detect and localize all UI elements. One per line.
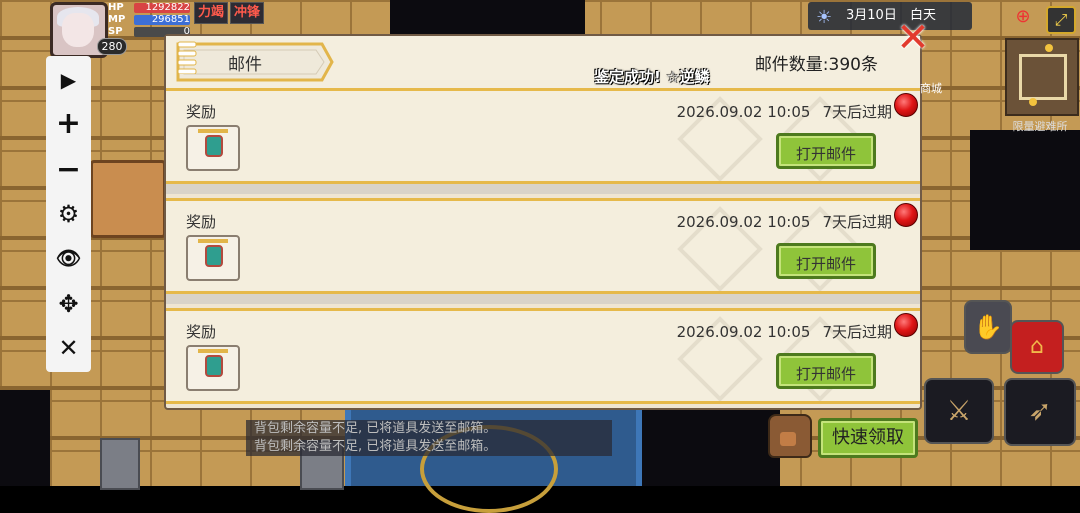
mail-expire: 7天后过期 xyxy=(822,213,892,231)
quick-claim-button[interactable]: 快速领取 xyxy=(818,418,918,458)
backpack-icon[interactable] xyxy=(768,414,812,458)
bow-icon[interactable]: ➶ xyxy=(1004,378,1076,446)
mail-label: 奖励 xyxy=(186,103,217,121)
play-icon[interactable]: ▶ xyxy=(46,60,91,100)
card-divider xyxy=(166,294,920,304)
box-gem xyxy=(205,355,223,377)
wooden-desk xyxy=(90,160,166,238)
system-message: 背包剩余容量不足, 已将道具发送至邮箱。 xyxy=(254,439,497,454)
left-toolbar: ▶ + − ⚙ 👁 ✥ ✕ xyxy=(46,56,91,372)
stone-pillar xyxy=(100,438,140,490)
mail-datetime: 2026.09.02 10:05 xyxy=(676,213,811,231)
unread-dot-icon xyxy=(894,313,918,337)
sword-icon[interactable]: ⚔ xyxy=(924,378,994,444)
mail-date: 2026.09.02 10:05 7天后过期 xyxy=(677,101,892,122)
mail-expire: 7天后过期 xyxy=(822,323,892,341)
zoom-out-icon[interactable]: − xyxy=(46,150,91,190)
move-icon[interactable]: ✥ xyxy=(46,284,91,324)
open-mail-button[interactable]: 打开邮件 xyxy=(776,243,876,279)
level-badge: 280 xyxy=(97,38,127,55)
unread-dot-icon xyxy=(894,203,918,227)
unread-dot-icon xyxy=(894,93,918,117)
box-ribbon xyxy=(198,129,228,133)
mail-title-tab: 邮件 xyxy=(176,40,334,82)
box-ribbon xyxy=(198,239,228,243)
date-display: ☀ 3月10日 白天 xyxy=(808,2,972,30)
eye-icon[interactable]: 👁 xyxy=(46,238,91,278)
dark-area xyxy=(640,410,780,486)
settings-gear-icon[interactable]: ⚙ xyxy=(46,194,91,234)
mail-title: 邮件 xyxy=(228,55,262,75)
open-mail-button[interactable]: 打开邮件 xyxy=(776,133,876,169)
reward-box-icon xyxy=(186,235,240,281)
expand-map-button[interactable]: ⤢ xyxy=(1046,6,1076,34)
hand-icon[interactable]: ✋ xyxy=(964,300,1012,354)
city-label: 商城 xyxy=(920,82,942,95)
card-divider xyxy=(166,184,920,194)
mail-panel-header: 邮件 鉴定成功! ☆逆鳞 邮件数量:390条 xyxy=(166,36,920,88)
zoom-in-icon[interactable]: + xyxy=(46,104,91,144)
mail-item[interactable]: 奖励 2026.09.02 10:05 7天后过期 打开邮件 xyxy=(166,88,920,184)
date-text: 3月10日 xyxy=(846,8,897,23)
map-name: 限量避难所 xyxy=(1012,120,1068,133)
backpack-pocket xyxy=(780,432,796,446)
reward-box-icon xyxy=(186,345,240,391)
box-gem xyxy=(205,245,223,267)
avatar-face xyxy=(62,13,94,47)
status-tag-charge: 冲锋 xyxy=(230,2,265,24)
minimap[interactable] xyxy=(1005,38,1079,116)
mail-date: 2026.09.02 10:05 7天后过期 xyxy=(677,211,892,232)
close-icon[interactable]: ✕ xyxy=(46,328,91,368)
hat-icon[interactable]: ⌂ xyxy=(1010,320,1064,374)
open-mail-button[interactable]: 打开邮件 xyxy=(776,353,876,389)
mail-datetime: 2026.09.02 10:05 xyxy=(676,323,811,341)
box-gem xyxy=(205,135,223,157)
mail-label: 奖励 xyxy=(186,213,217,231)
mail-item[interactable]: 奖励 2026.09.02 10:05 7天后过期 打开邮件 xyxy=(166,198,920,294)
dark-area xyxy=(0,390,50,486)
sp-label: SP xyxy=(108,26,123,37)
minimap-room xyxy=(1019,54,1067,100)
dark-area xyxy=(390,0,585,34)
mail-date: 2026.09.02 10:05 7天后过期 xyxy=(677,321,892,342)
mp-value: 296851 xyxy=(134,15,190,25)
hp-value: 1292822 xyxy=(134,3,190,13)
sun-icon: ☀ xyxy=(816,7,833,28)
system-message: 背包剩余容量不足, 已将道具发送至邮箱。 xyxy=(254,421,497,436)
system-message-log: 背包剩余容量不足, 已将道具发送至邮箱。 背包剩余容量不足, 已将道具发送至邮箱… xyxy=(246,420,612,456)
mail-item[interactable]: 奖励 2026.09.02 10:05 7天后过期 打开邮件 xyxy=(166,308,920,404)
close-mail-button[interactable]: ✕ xyxy=(893,18,933,58)
mail-count: 邮件数量:390条 xyxy=(754,55,878,75)
spiral-binding-icon xyxy=(177,41,197,74)
mp-label: MP xyxy=(108,14,126,25)
box-ribbon xyxy=(198,349,228,353)
sp-row: SP 0 xyxy=(108,26,190,38)
mp-row: MP 296851 xyxy=(108,14,190,26)
status-tag-exhausted: 力竭 xyxy=(194,2,229,24)
network-icon[interactable]: ⊕ xyxy=(1010,6,1036,28)
dark-area xyxy=(970,130,1080,250)
minimap-marker xyxy=(1045,44,1053,52)
hp-label: HP xyxy=(108,2,124,13)
hp-row: HP 1292822 xyxy=(108,2,190,14)
mail-label: 奖励 xyxy=(186,323,217,341)
minimap-marker xyxy=(1029,98,1037,106)
toast-message: 鉴定成功! ☆逆鳞 xyxy=(594,68,710,86)
mail-panel: 邮件 鉴定成功! ☆逆鳞 邮件数量:390条 奖励 2026.09.02 10:… xyxy=(164,34,922,410)
mail-datetime: 2026.09.02 10:05 xyxy=(676,103,811,121)
reward-box-icon xyxy=(186,125,240,171)
mail-expire: 7天后过期 xyxy=(822,103,892,121)
